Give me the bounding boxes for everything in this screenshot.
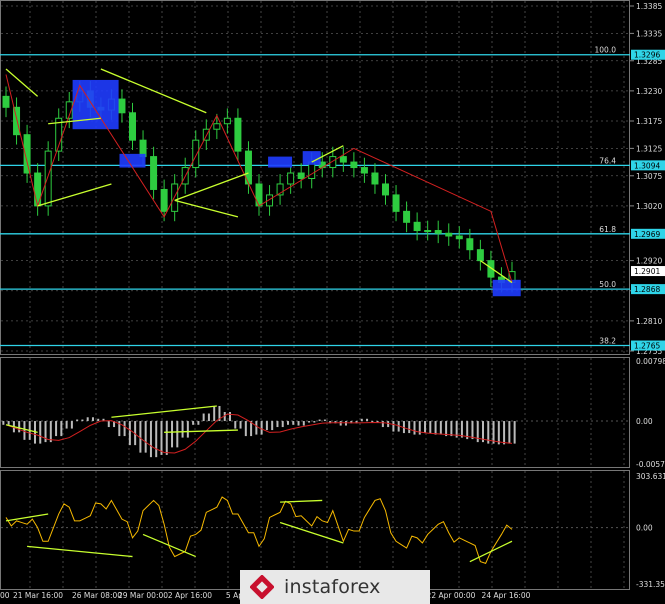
candle	[171, 183, 179, 212]
fib-price-label: 1.3296	[634, 51, 660, 60]
candle	[339, 156, 347, 163]
fib-level-label: 61.8	[599, 225, 616, 234]
price-tick-label: 1.2920	[636, 257, 662, 266]
fib-level-label: 50.0	[599, 280, 616, 289]
macd-panel	[1, 405, 629, 458]
divergence-line	[174, 199, 239, 218]
cci-tick-label: 303.6317	[636, 472, 665, 481]
candle	[434, 230, 442, 234]
candle	[129, 112, 136, 141]
candle	[150, 156, 158, 190]
candle	[455, 235, 463, 240]
macd-tick-label: 0.00	[636, 417, 653, 426]
candle	[223, 117, 231, 125]
divergence-line	[164, 429, 238, 433]
candle	[44, 150, 52, 207]
divergence-line	[480, 260, 513, 284]
fib-level-label: 38.2	[599, 337, 616, 346]
fib-level-label: 76.4	[599, 156, 616, 165]
candle	[371, 172, 379, 185]
candle	[287, 172, 295, 185]
watermark: instaforex	[240, 570, 430, 604]
divergence-line	[5, 513, 49, 522]
instaforex-logo-icon	[250, 575, 274, 599]
price-tick-label: 1.3125	[636, 144, 662, 153]
price-tick-label: 1.2810	[636, 317, 662, 326]
divergence-line	[280, 499, 323, 503]
candle	[118, 98, 126, 114]
candle	[360, 167, 368, 174]
candle	[297, 172, 305, 179]
cci-tick-label: 0.00	[636, 524, 653, 533]
fib-price-label: 1.2868	[634, 285, 660, 294]
macd-tick-label: 0.00798	[636, 357, 665, 366]
chart-area: 100.076.461.850.038.2 1.33851.33351.3285…	[0, 0, 665, 600]
price-tick-label: 1.3020	[636, 202, 662, 211]
panel-border	[0, 357, 630, 468]
supply-demand-zone	[492, 279, 521, 297]
candle	[403, 210, 411, 223]
price-tick-label: 1.3335	[636, 29, 662, 38]
price-panel: 100.0 76.4 61.8 50.0 38.2	[0, 46, 630, 347]
candle	[476, 249, 484, 262]
divergence-line	[5, 424, 38, 433]
divergence-line	[27, 545, 133, 558]
time-tick-label: 21 Mar 16:00	[13, 591, 63, 600]
fib-price-label: 1.2969	[634, 230, 660, 239]
supply-demand-zone	[268, 156, 293, 168]
candle	[392, 194, 400, 212]
fib-price-label: 1.2765	[634, 342, 660, 351]
time-tick-label: 26 Mar 08:00	[72, 591, 122, 600]
fib-level-label: 100.0	[595, 46, 617, 55]
candle	[192, 139, 200, 169]
divergence-line	[142, 533, 197, 558]
cci-tick-label: -331.359	[636, 580, 665, 589]
price-tick-label: 1.3075	[636, 172, 662, 181]
candle	[255, 183, 263, 207]
divergence-line	[469, 540, 513, 563]
time-tick-label: 22 Apr 00:00	[427, 591, 476, 600]
supply-demand-zone	[119, 153, 146, 168]
candle	[234, 117, 242, 152]
candle	[350, 161, 358, 169]
candle	[213, 123, 221, 130]
current-price-label: 1.2901	[634, 267, 660, 276]
divergence-line	[111, 405, 217, 418]
time-tick-label: 2 Apr 16:00	[168, 591, 212, 600]
macd-tick-label: -0.00571	[636, 460, 665, 469]
time-tick-label: 24 Apr 16:00	[482, 591, 531, 600]
candle	[382, 183, 389, 196]
candle	[424, 230, 432, 233]
price-tick-label: 1.3230	[636, 87, 662, 96]
time-tick-label: 29 Mar 00:00	[118, 591, 168, 600]
cci-panel	[1, 496, 629, 564]
candle	[445, 232, 453, 237]
fib-price-label: 1.3094	[634, 161, 660, 170]
watermark-text: instaforex	[284, 576, 381, 598]
candle	[160, 188, 168, 212]
candle	[2, 95, 10, 108]
candle	[466, 238, 474, 251]
candle	[413, 221, 421, 232]
price-tick-label: 1.3385	[636, 2, 662, 11]
cci-line	[5, 496, 513, 564]
time-tick-label: 00	[0, 591, 10, 600]
price-tick-label: 1.3175	[636, 117, 662, 126]
supply-demand-zone	[302, 151, 321, 165]
